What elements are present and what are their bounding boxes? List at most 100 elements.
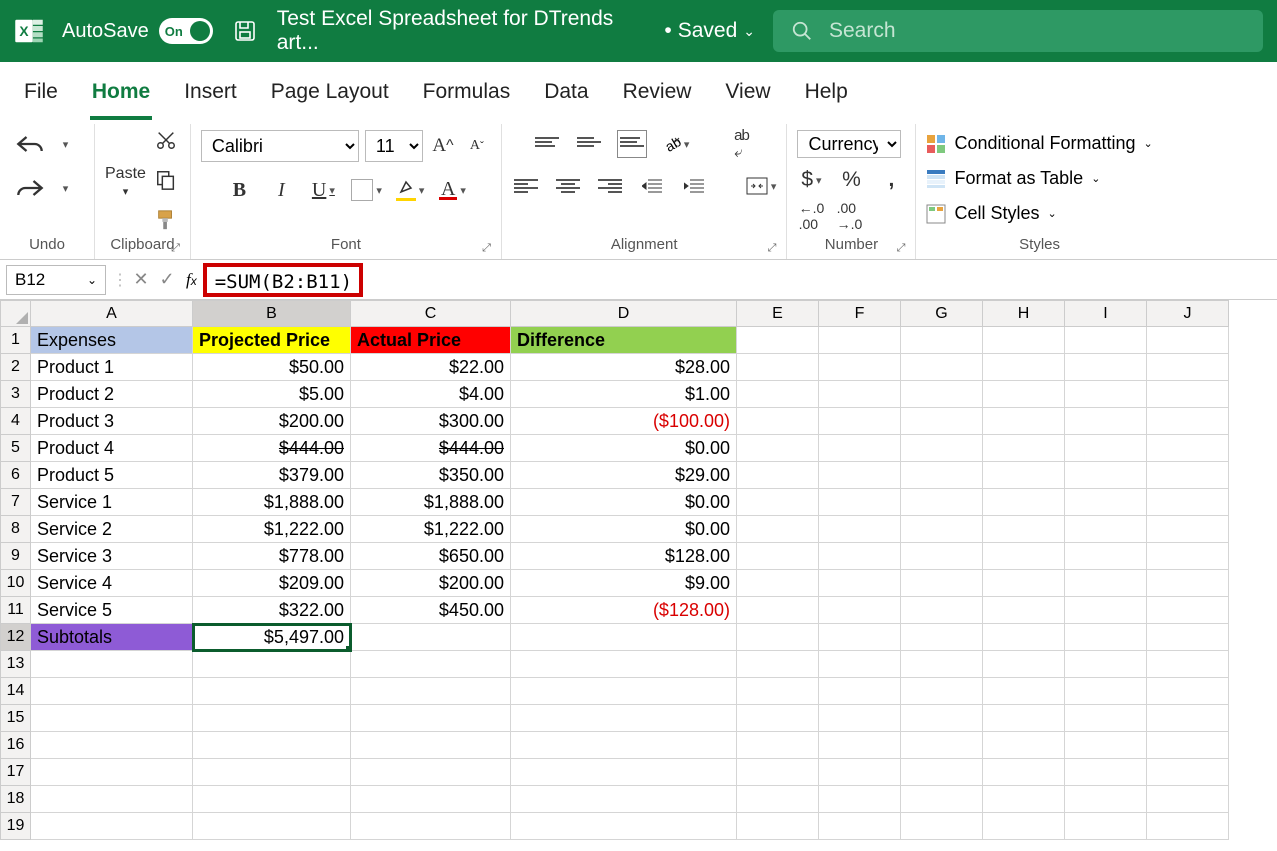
cell[interactable] (1065, 651, 1147, 678)
cell[interactable]: Product 5 (31, 462, 193, 489)
cell[interactable] (983, 489, 1065, 516)
cell[interactable] (983, 624, 1065, 651)
redo-dropdown[interactable] (50, 174, 78, 202)
cell[interactable] (983, 570, 1065, 597)
row-header[interactable]: 11 (1, 597, 31, 624)
cell[interactable] (983, 786, 1065, 813)
cell[interactable] (1065, 678, 1147, 705)
cell[interactable] (351, 651, 511, 678)
cell[interactable]: $28.00 (511, 354, 737, 381)
cell[interactable] (1065, 813, 1147, 840)
cell[interactable]: Service 2 (31, 516, 193, 543)
accounting-format-button[interactable]: $ (797, 166, 825, 194)
cell[interactable] (901, 462, 983, 489)
font-color-button[interactable]: A (438, 176, 466, 204)
column-header[interactable]: F (819, 301, 901, 327)
cell[interactable] (1147, 381, 1229, 408)
cell[interactable] (983, 597, 1065, 624)
column-header[interactable]: I (1065, 301, 1147, 327)
column-header[interactable]: B (193, 301, 351, 327)
cell[interactable] (737, 732, 819, 759)
cell[interactable] (901, 597, 983, 624)
row-header[interactable]: 4 (1, 408, 31, 435)
cell[interactable] (737, 381, 819, 408)
cell[interactable] (819, 732, 901, 759)
cell[interactable]: $1,888.00 (351, 489, 511, 516)
cell[interactable] (901, 570, 983, 597)
cell[interactable] (1147, 678, 1229, 705)
cell[interactable]: $22.00 (351, 354, 511, 381)
toggle-switch[interactable]: On (159, 18, 213, 44)
cell[interactable] (819, 543, 901, 570)
column-header[interactable]: E (737, 301, 819, 327)
cell[interactable] (1147, 651, 1229, 678)
cell[interactable] (819, 435, 901, 462)
cell[interactable]: $650.00 (351, 543, 511, 570)
cell[interactable] (737, 597, 819, 624)
autosave-toggle[interactable]: AutoSave On (62, 18, 213, 44)
cell[interactable]: $4.00 (351, 381, 511, 408)
orientation-button[interactable]: ab (661, 130, 690, 158)
row-header[interactable]: 3 (1, 381, 31, 408)
cell[interactable] (351, 624, 511, 651)
undo-dropdown[interactable] (50, 130, 78, 158)
wrap-text-button[interactable]: ab⤶ (727, 130, 755, 158)
cell[interactable] (1147, 813, 1229, 840)
cell[interactable]: Difference (511, 327, 737, 354)
row-header[interactable]: 18 (1, 786, 31, 813)
cell[interactable] (737, 516, 819, 543)
cell[interactable] (351, 705, 511, 732)
cell[interactable] (737, 327, 819, 354)
cell[interactable] (737, 435, 819, 462)
name-box[interactable]: B12 ⌄ (6, 265, 106, 295)
cell[interactable]: Actual Price (351, 327, 511, 354)
cell[interactable] (1147, 543, 1229, 570)
row-header[interactable]: 13 (1, 651, 31, 678)
column-header[interactable]: A (31, 301, 193, 327)
cell[interactable]: $128.00 (511, 543, 737, 570)
insert-function-button[interactable]: fx (180, 270, 203, 290)
cell[interactable] (737, 813, 819, 840)
cell[interactable] (737, 489, 819, 516)
font-name-dropdown[interactable]: Calibri (201, 130, 359, 162)
cell[interactable] (983, 462, 1065, 489)
cell[interactable]: Service 1 (31, 489, 193, 516)
cell[interactable] (819, 354, 901, 381)
row-header[interactable]: 17 (1, 759, 31, 786)
search-input[interactable] (827, 18, 1245, 44)
cell[interactable]: $1,888.00 (193, 489, 351, 516)
cell[interactable] (901, 354, 983, 381)
column-header[interactable]: G (901, 301, 983, 327)
tab-help[interactable]: Help (803, 74, 850, 120)
tab-view[interactable]: View (723, 74, 772, 120)
cell[interactable]: Service 4 (31, 570, 193, 597)
cell[interactable] (737, 678, 819, 705)
cell[interactable] (351, 813, 511, 840)
decrease-indent-button[interactable] (638, 172, 666, 200)
cell[interactable] (193, 813, 351, 840)
cell[interactable] (983, 435, 1065, 462)
cell[interactable] (819, 786, 901, 813)
cell[interactable]: $444.00 (351, 435, 511, 462)
cell[interactable] (1065, 759, 1147, 786)
cell[interactable] (31, 813, 193, 840)
number-format-dropdown[interactable]: Currency (797, 130, 901, 158)
cell[interactable]: Expenses (31, 327, 193, 354)
cell[interactable] (901, 786, 983, 813)
cell[interactable]: $0.00 (511, 489, 737, 516)
cell[interactable] (1065, 516, 1147, 543)
cell[interactable] (1065, 381, 1147, 408)
increase-indent-button[interactable] (680, 172, 708, 200)
cell[interactable] (1147, 732, 1229, 759)
cell[interactable] (737, 462, 819, 489)
cell[interactable]: Subtotals (31, 624, 193, 651)
cell[interactable] (31, 651, 193, 678)
cell[interactable] (737, 354, 819, 381)
cell[interactable] (983, 354, 1065, 381)
cell[interactable]: $200.00 (351, 570, 511, 597)
row-header[interactable]: 7 (1, 489, 31, 516)
cell[interactable] (983, 813, 1065, 840)
cut-button[interactable] (152, 126, 180, 154)
row-header[interactable]: 6 (1, 462, 31, 489)
underline-button[interactable]: U (309, 176, 337, 204)
